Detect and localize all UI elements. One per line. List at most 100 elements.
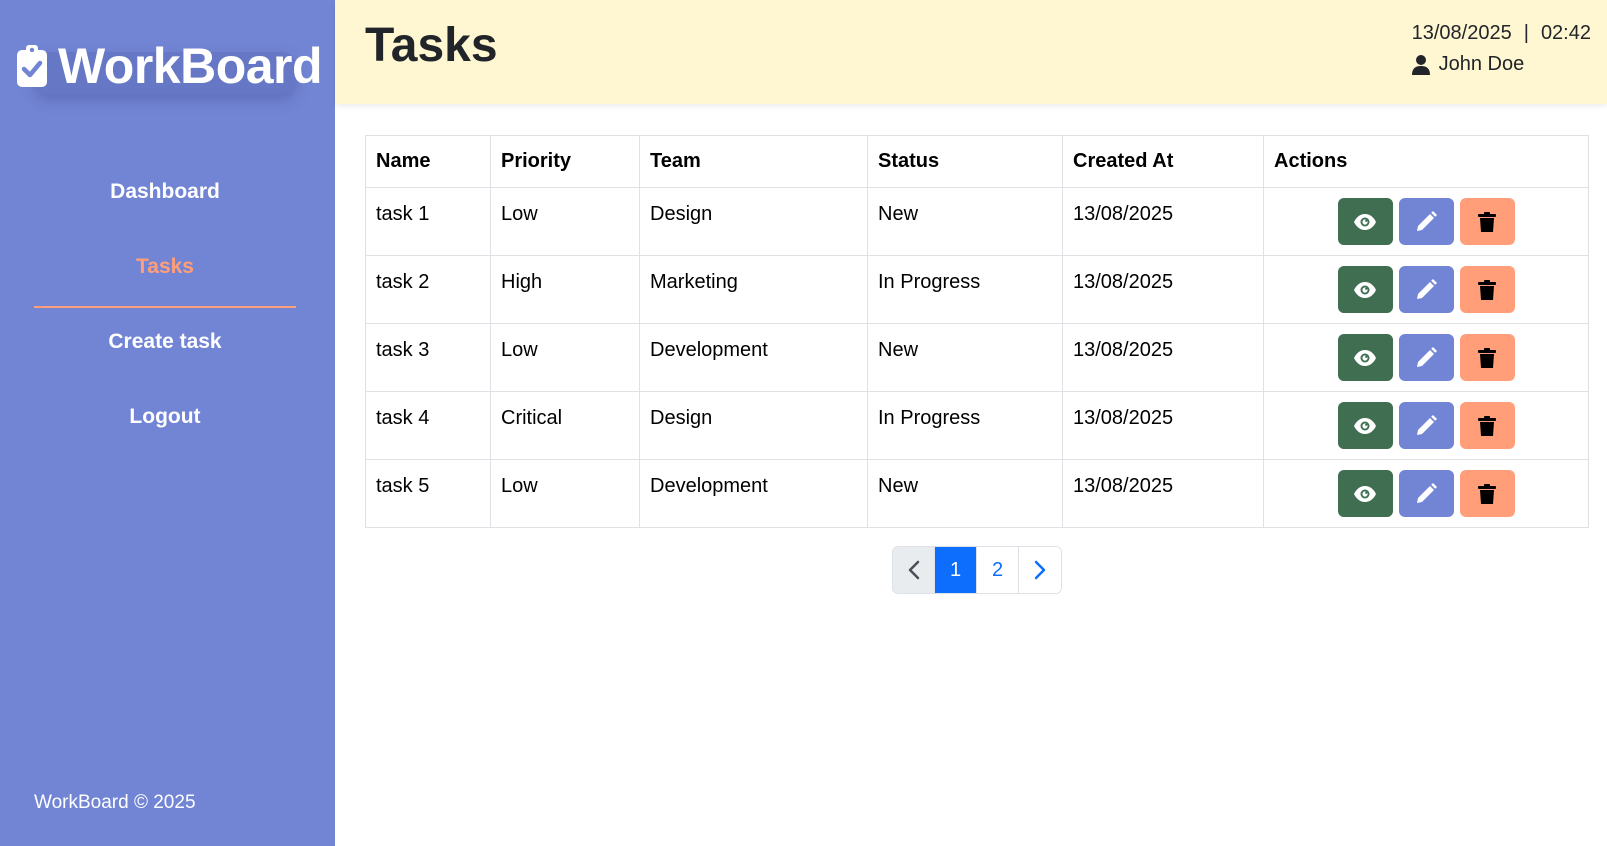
pencil-icon: [1417, 414, 1437, 435]
cell-status: New: [867, 459, 1063, 528]
cell-priority: High: [490, 255, 640, 324]
cell-team: Marketing: [639, 255, 868, 324]
cell-status: New: [867, 187, 1063, 256]
pencil-icon: [1417, 482, 1437, 503]
chevron-right-icon: [1034, 560, 1046, 580]
cell-actions: [1263, 255, 1589, 324]
table-row: task 2 High Marketing In Progress 13/08/2025: [365, 255, 1589, 324]
cell-created-at: 13/08/2025: [1062, 391, 1264, 460]
sidebar-item-logout[interactable]: Logout: [34, 383, 296, 458]
sidebar: WorkBoard Dashboard Tasks Create task Lo…: [0, 0, 335, 846]
delete-task-button[interactable]: [1459, 266, 1515, 313]
edit-task-button[interactable]: [1398, 266, 1454, 313]
cell-actions: [1263, 187, 1589, 256]
cell-created-at: 13/08/2025: [1062, 323, 1264, 392]
user-name: John Doe: [1438, 53, 1525, 75]
cell-name: task 2: [365, 255, 491, 324]
trash-icon: [1478, 279, 1496, 300]
cell-created-at: 13/08/2025: [1062, 187, 1264, 256]
cell-actions: [1263, 391, 1589, 460]
cell-status: New: [867, 323, 1063, 392]
cell-created-at: 13/08/2025: [1062, 255, 1264, 324]
column-header-team: Team: [639, 135, 868, 188]
table-row: task 3 Low Development New 13/08/2025: [365, 323, 1589, 392]
trash-icon: [1478, 347, 1496, 368]
cell-name: task 5: [365, 459, 491, 528]
edit-task-button[interactable]: [1398, 198, 1454, 245]
pagination-next-button[interactable]: [1019, 547, 1061, 593]
cell-status: In Progress: [867, 391, 1063, 460]
column-header-status: Status: [867, 135, 1063, 188]
cell-team: Design: [639, 187, 868, 256]
delete-task-button[interactable]: [1459, 470, 1515, 517]
view-task-button[interactable]: [1337, 470, 1393, 517]
cell-priority: Low: [490, 459, 640, 528]
eye-icon: [1354, 349, 1376, 366]
column-header-created-at: Created At: [1062, 135, 1264, 188]
pagination-page-1[interactable]: 1: [935, 547, 977, 593]
cell-priority: Low: [490, 187, 640, 256]
sidebar-item-create-task[interactable]: Create task: [34, 308, 296, 383]
sidebar-item-dashboard[interactable]: Dashboard: [34, 158, 296, 233]
sidebar-item-tasks[interactable]: Tasks: [34, 233, 296, 308]
sidebar-footer: WorkBoard © 2025: [34, 792, 196, 813]
cell-status: In Progress: [867, 255, 1063, 324]
edit-task-button[interactable]: [1398, 334, 1454, 381]
table-header-row: Name Priority Team Status Created At Act…: [365, 135, 1589, 188]
table-row: task 4 Critical Design In Progress 13/08/202…: [365, 391, 1589, 460]
eye-icon: [1354, 417, 1376, 434]
pagination-page-2[interactable]: 2: [977, 547, 1019, 593]
user-icon: [1411, 54, 1430, 75]
edit-task-button[interactable]: [1398, 402, 1454, 449]
datetime: 13/08/2025 | 02:42: [1412, 22, 1591, 45]
top-header: Tasks 13/08/2025 | 02:42 John Doe: [335, 0, 1607, 104]
trash-icon: [1478, 415, 1496, 436]
table-row: task 5 Low Development New 13/08/2025: [365, 459, 1589, 528]
user-info: John Doe: [1411, 53, 1591, 76]
edit-task-button[interactable]: [1398, 470, 1454, 517]
datetime-separator: |: [1523, 22, 1529, 44]
eye-icon: [1354, 485, 1376, 502]
sidebar-nav: Dashboard Tasks Create task Logout: [34, 158, 296, 458]
cell-priority: Low: [490, 323, 640, 392]
cell-team: Design: [639, 391, 868, 460]
column-header-actions: Actions: [1263, 135, 1589, 188]
view-task-button[interactable]: [1337, 198, 1393, 245]
pagination-prev-button[interactable]: [893, 547, 935, 593]
cell-team: Development: [639, 323, 868, 392]
cell-team: Development: [639, 459, 868, 528]
trash-icon: [1478, 483, 1496, 504]
tasks-table-container: Name Priority Team Status Created At Act…: [365, 135, 1589, 528]
column-header-priority: Priority: [490, 135, 640, 188]
cell-created-at: 13/08/2025: [1062, 459, 1264, 528]
eye-icon: [1354, 213, 1376, 230]
cell-name: task 3: [365, 323, 491, 392]
view-task-button[interactable]: [1337, 402, 1393, 449]
chevron-left-icon: [908, 560, 919, 580]
view-task-button[interactable]: [1337, 334, 1393, 381]
column-header-name: Name: [365, 135, 491, 188]
pencil-icon: [1417, 278, 1437, 299]
tasks-table: Name Priority Team Status Created At Act…: [365, 135, 1589, 528]
cell-priority: Critical: [490, 391, 640, 460]
cell-name: task 4: [365, 391, 491, 460]
current-time: 02:42: [1540, 22, 1591, 44]
delete-task-button[interactable]: [1459, 402, 1515, 449]
view-task-button[interactable]: [1337, 266, 1393, 313]
page-title: Tasks: [365, 19, 498, 72]
app-logo[interactable]: WorkBoard: [16, 36, 323, 96]
pencil-icon: [1417, 210, 1437, 231]
cell-actions: [1263, 459, 1589, 528]
eye-icon: [1354, 281, 1376, 298]
cell-name: task 1: [365, 187, 491, 256]
header-info: 13/08/2025 | 02:42 John Doe: [1411, 22, 1591, 76]
current-date: 13/08/2025: [1411, 22, 1512, 44]
clipboard-check-icon: [17, 45, 47, 87]
table-row: task 1 Low Design New 13/08/2025: [365, 187, 1589, 256]
trash-icon: [1478, 211, 1496, 232]
pagination: 1 2: [892, 546, 1062, 594]
pencil-icon: [1417, 346, 1437, 367]
delete-task-button[interactable]: [1459, 198, 1515, 245]
delete-task-button[interactable]: [1459, 334, 1515, 381]
cell-actions: [1263, 323, 1589, 392]
